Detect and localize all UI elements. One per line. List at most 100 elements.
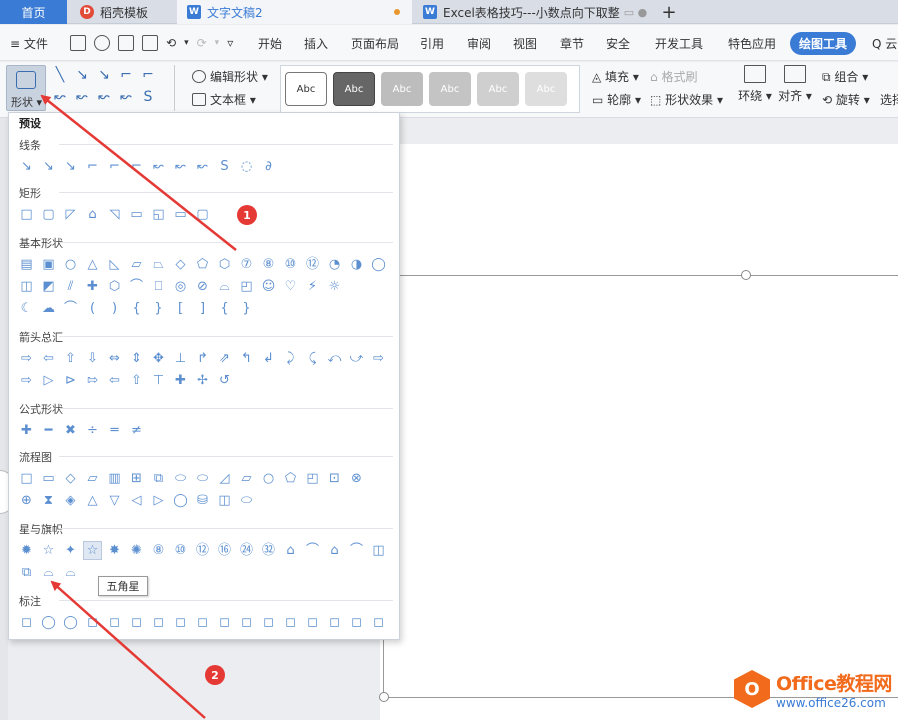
shape-option-icon[interactable]: ⤻ (347, 349, 366, 368)
shape-option-icon[interactable]: ◁ (127, 491, 146, 510)
customize-icon[interactable]: ▿ (227, 36, 233, 50)
shape-option-icon[interactable]: ◩ (39, 277, 58, 296)
shape-option-icon[interactable]: ⇦ (39, 349, 58, 368)
shape-option-icon[interactable]: ↺ (215, 371, 234, 390)
shape-option-icon[interactable]: ⚡ (303, 277, 322, 296)
shape-option-icon[interactable]: ⌒ (347, 541, 366, 560)
shape-option-icon[interactable]: ⌓ (61, 563, 80, 582)
shape-option-icon[interactable]: ⌐ (105, 157, 124, 176)
align-button[interactable]: 对齐 ▾ (778, 65, 812, 104)
shape-option-icon[interactable]: ⬡ (105, 277, 124, 296)
shape-option-icon[interactable]: { (127, 299, 146, 318)
shape-option-icon[interactable]: ◻ (347, 613, 366, 632)
fill-button[interactable]: ◬ 填充 ▾ (592, 68, 639, 85)
shape-option-icon[interactable]: ⇧ (127, 371, 146, 390)
shape-option-icon[interactable]: ⇨ (17, 349, 36, 368)
shape-option-icon[interactable]: ↰ (237, 349, 256, 368)
line-shape-icon[interactable]: ╲ (52, 67, 68, 83)
shape-option-icon[interactable]: ▷ (39, 371, 58, 390)
shape-option-icon[interactable]: □ (17, 469, 36, 488)
file-menu[interactable]: ≡ 文件 (10, 25, 48, 61)
shape-option-icon[interactable]: ↜ (193, 157, 212, 176)
double-arrow-icon[interactable]: ↘ (96, 67, 112, 83)
shape-option-icon[interactable]: ◻ (127, 613, 146, 632)
menu-review[interactable]: 审阅 (467, 25, 491, 61)
shape-option-icon[interactable]: ⊥ (171, 349, 190, 368)
shape-option-icon[interactable]: ⬭ (171, 469, 190, 488)
shape-option-icon[interactable]: ⌂ (83, 205, 102, 224)
shape-option-icon[interactable]: ㉔ (237, 541, 256, 560)
elbow-double-arrow-icon[interactable]: ↜ (52, 89, 68, 105)
shape-option-icon[interactable]: ⬠ (281, 469, 300, 488)
gallery-scroll[interactable] (174, 65, 184, 111)
shape-option-icon[interactable]: ⌓ (39, 563, 58, 582)
shape-option-icon[interactable]: ( (83, 299, 102, 318)
new-tab-button[interactable]: + (652, 0, 686, 24)
shape-option-icon[interactable]: ☺ (259, 277, 278, 296)
shape-option-icon[interactable]: ▣ (39, 255, 58, 274)
elbow-connector-icon[interactable]: ⌐ (118, 67, 134, 83)
shape-option-icon[interactable]: ↜ (149, 157, 168, 176)
shape-option-icon[interactable]: ✚ (17, 421, 36, 440)
tab-document-2[interactable]: W 文字文稿2 (177, 0, 412, 24)
shape-option-icon[interactable]: ⇕ (127, 349, 146, 368)
menu-features[interactable]: 特色应用 (728, 25, 776, 61)
shape-option-icon[interactable]: ◯ (369, 255, 388, 274)
shape-option-icon[interactable]: ⑫ (303, 255, 322, 274)
menu-view[interactable]: 视图 (513, 25, 537, 61)
shape-option-icon[interactable]: ⊕ (17, 491, 36, 510)
shape-option-icon[interactable]: ↲ (259, 349, 278, 368)
shape-option-icon[interactable]: ◫ (215, 491, 234, 510)
shape-option-icon[interactable]: ▥ (105, 469, 124, 488)
shape-option-icon[interactable]: ▢ (39, 205, 58, 224)
shape-option-icon[interactable]: ☁ (39, 299, 58, 318)
shape-option-icon[interactable]: [ (171, 299, 190, 318)
shape-option-icon[interactable]: ⌒ (127, 277, 146, 296)
shape-option-icon[interactable]: ⑫ (193, 541, 212, 560)
shape-option-icon[interactable]: ▷ (149, 491, 168, 510)
shape-option-icon[interactable]: ◌ (237, 157, 256, 176)
shape-option-icon[interactable]: ⑧ (259, 255, 278, 274)
tab-excel-tips[interactable]: W Excel表格技巧---小数点向下取整 ▭ ● (413, 0, 650, 24)
menu-insert[interactable]: 插入 (304, 25, 328, 61)
shape-option-icon[interactable]: ◯ (39, 613, 58, 632)
shape-option-icon[interactable]: ✺ (127, 541, 146, 560)
print-icon[interactable] (118, 35, 134, 51)
shape-option-icon[interactable]: ◯ (61, 613, 80, 632)
curve-connector-icon[interactable]: ↜ (74, 89, 90, 105)
shape-effect-button[interactable]: ⬚ 形状效果 ▾ (650, 91, 723, 108)
preview-icon[interactable] (142, 35, 158, 51)
resize-handle-bottom-left[interactable] (379, 692, 389, 702)
style-preset-5[interactable]: Abc (477, 72, 519, 106)
menu-references[interactable]: 引用 (420, 25, 444, 61)
shape-option-icon[interactable]: △ (83, 491, 102, 510)
shape-option-icon[interactable]: ⑩ (171, 541, 190, 560)
curve-arrow-icon[interactable]: ↜ (96, 89, 112, 105)
shape-option-icon[interactable]: ↘ (39, 157, 58, 176)
freeform-icon[interactable]: S (140, 89, 156, 105)
shape-option-icon[interactable]: ⑩ (281, 255, 300, 274)
shape-option-icon[interactable]: ○ (259, 469, 278, 488)
shape-option-icon[interactable]: ∂ (259, 157, 278, 176)
shape-option-icon[interactable]: } (237, 299, 256, 318)
shape-option-icon[interactable]: ▽ (105, 491, 124, 510)
shape-option-icon[interactable]: ▭ (39, 469, 58, 488)
shape-option-icon[interactable]: ☼ (325, 277, 344, 296)
redo-icon[interactable]: ⟳ (197, 36, 207, 50)
shape-option-icon[interactable]: ◰ (303, 469, 322, 488)
shape-option-icon[interactable]: { (215, 299, 234, 318)
shape-option-icon[interactable]: ◸ (61, 205, 80, 224)
shape-option-icon[interactable]: ⌐ (127, 157, 146, 176)
shape-option-icon[interactable]: ◇ (61, 469, 80, 488)
shape-option-icon[interactable]: ◻ (325, 613, 344, 632)
shape-option-icon[interactable]: ◑ (347, 255, 366, 274)
shape-option-icon[interactable]: △ (83, 255, 102, 274)
outline-button[interactable]: ▭ 轮廓 ▾ (592, 91, 641, 108)
shape-option-icon[interactable]: ◻ (215, 613, 234, 632)
shape-option-icon[interactable]: ⬭ (237, 491, 256, 510)
shape-option-icon[interactable]: ⧉ (149, 469, 168, 488)
shape-option-icon[interactable]: ⌒ (61, 299, 80, 318)
shape-option-icon[interactable]: ◈ (61, 491, 80, 510)
shape-option-icon[interactable]: ◻ (259, 613, 278, 632)
group-button[interactable]: ⧉ 组合 ▾ (822, 68, 868, 85)
